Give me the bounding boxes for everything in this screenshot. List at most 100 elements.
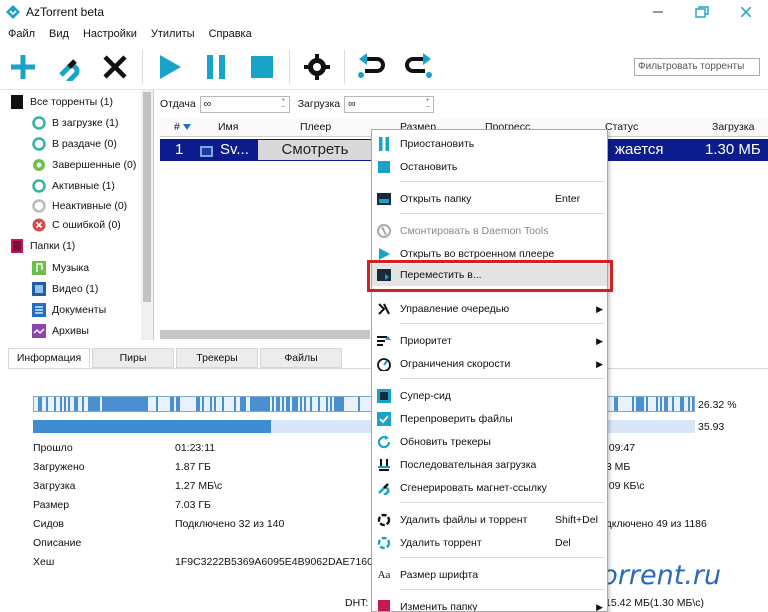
add-torrent-button[interactable] <box>0 45 46 89</box>
sidebar-item-archives[interactable]: Архивы <box>32 321 89 340</box>
tab-files[interactable]: Файлы <box>260 348 342 368</box>
completed-icon <box>32 158 46 172</box>
submenu-arrow-icon: ▶ <box>596 303 603 314</box>
move-down-queue-button[interactable] <box>395 45 441 89</box>
music-icon <box>32 261 46 275</box>
sidebar-item-label: Завершенные (0) <box>52 159 137 171</box>
info-value-size: 7.03 ГБ <box>175 499 211 511</box>
title-bar: AzTorrent beta <box>0 0 768 24</box>
sidebar-scroll-thumb[interactable] <box>143 92 151 302</box>
sidebar-item-all[interactable]: Все торренты (1) <box>10 92 113 112</box>
close-icon <box>741 7 751 17</box>
minimize-button[interactable] <box>636 0 680 24</box>
sidebar-item-folders[interactable]: Папки (1) <box>10 236 75 256</box>
table-horizontal-scrollbar[interactable] <box>160 330 370 339</box>
menu-item-delete-files[interactable]: Удалить файлы и торрент Shift+Del <box>372 509 607 531</box>
menu-item-pause[interactable]: Приостановить <box>372 133 607 155</box>
tab-peers[interactable]: Пиры <box>92 348 174 368</box>
menu-item-recheck[interactable]: Перепроверить файлы <box>372 408 607 430</box>
super-seed-icon <box>376 388 392 404</box>
menu-item-magnet[interactable]: Сгенерировать магнет-ссылку <box>372 477 607 499</box>
menu-item-update-trackers[interactable]: Обновить трекеры <box>372 431 607 453</box>
documents-icon <box>32 303 46 317</box>
dht-label: DHT: <box>345 597 369 609</box>
filter-input[interactable]: Фильтровать торренты <box>634 58 760 76</box>
sidebar-item-music[interactable]: Музыка <box>32 258 89 278</box>
sidebar-item-completed[interactable]: Завершенные (0) <box>32 155 136 175</box>
menu-view[interactable]: Вид <box>49 28 69 40</box>
stop-icon <box>376 159 392 175</box>
progress-fill <box>33 420 271 433</box>
sidebar-item-seeding[interactable]: В раздаче (0) <box>32 134 117 154</box>
upload-limit-field[interactable]: ∞ + − <box>199 95 290 113</box>
watch-button[interactable]: Смотреть <box>258 140 372 160</box>
delete-icon <box>376 535 392 551</box>
menu-item-sequential[interactable]: Последовательная загрузка <box>372 454 607 476</box>
menu-item-queue[interactable]: Управление очередью ▶ <box>372 298 607 320</box>
pause-button[interactable] <box>193 45 239 89</box>
restore-button[interactable] <box>680 0 724 24</box>
remove-torrent-button[interactable] <box>92 45 138 89</box>
sidebar-item-label: Архивы <box>52 325 89 337</box>
menu-item-priority[interactable]: Приоритет ▶ <box>372 330 607 352</box>
sidebar-item-downloading[interactable]: В загрузке (1) <box>32 113 119 133</box>
play-icon <box>160 54 181 79</box>
submenu-arrow-icon: ▶ <box>596 601 603 612</box>
sidebar-item-video[interactable]: Видео (1) <box>32 279 98 299</box>
menu-item-super-seed[interactable]: Супер-сид <box>372 385 607 407</box>
sidebar-item-active[interactable]: Активные (1) <box>32 176 115 196</box>
menu-separator <box>400 557 605 558</box>
sidebar-item-label: Музыка <box>52 262 90 274</box>
toolbar: Фильтровать торренты <box>0 44 768 90</box>
move-up-queue-button[interactable] <box>349 45 395 89</box>
info-value-seeds: Подключено 32 из 140 <box>175 518 285 530</box>
menu-item-open-folder[interactable]: Открыть папку Enter <box>372 188 607 210</box>
column-header-name[interactable]: Имя <box>218 121 238 133</box>
menu-item-change-folder[interactable]: Изменить папку ▶ <box>372 596 607 612</box>
menu-help[interactable]: Справка <box>209 28 252 40</box>
sidebar-scrollbar[interactable] <box>141 90 153 340</box>
menu-separator <box>400 323 605 324</box>
tab-trackers[interactable]: Трекеры <box>176 348 258 368</box>
menu-item-delete-torrent[interactable]: Удалить торрент Del <box>372 532 607 554</box>
download-limit-label: Загрузка <box>297 98 341 110</box>
column-header-number[interactable]: # <box>174 121 191 133</box>
download-limit-field[interactable]: ∞ + − <box>344 95 435 113</box>
column-header-status[interactable]: Статус <box>605 121 638 133</box>
sidebar: Все торренты (1) В загрузке (1) В раздач… <box>0 90 154 340</box>
menu-file[interactable]: Файл <box>8 28 35 40</box>
info-value-elapsed: 01:23:11 <box>175 442 216 454</box>
info-label-size: Размер <box>33 499 70 511</box>
close-button[interactable] <box>724 0 768 24</box>
row-number: 1 <box>175 141 184 158</box>
download-spinner[interactable]: + − <box>423 97 432 112</box>
menu-item-speed-limit[interactable]: Ограничения скорости ▶ <box>372 353 607 375</box>
sidebar-item-documents[interactable]: Документы <box>32 300 106 320</box>
settings-button[interactable] <box>294 45 340 89</box>
sidebar-item-inactive[interactable]: Неактивные (0) <box>32 196 127 216</box>
menu-item-stop[interactable]: Остановить <box>372 156 607 178</box>
refresh-icon <box>376 434 392 450</box>
info-value-downloaded: 1.87 ГБ <box>175 461 211 473</box>
start-button[interactable] <box>147 45 193 89</box>
column-header-download[interactable]: Загрузка <box>712 121 754 133</box>
tab-info[interactable]: Информация <box>8 348 90 368</box>
upload-spinner[interactable]: + − <box>279 97 288 112</box>
sidebar-item-label: Все торренты (1) <box>30 96 113 108</box>
menu-item-font-size[interactable]: Aa Размер шрифта <box>372 564 607 586</box>
sidebar-item-error[interactable]: С ошибкой (0) <box>32 215 121 235</box>
menu-settings[interactable]: Настройки <box>83 28 137 40</box>
column-header-player[interactable]: Плеер <box>300 121 331 133</box>
info-label-elapsed: Прошло <box>33 442 73 454</box>
info-label-seeds: Сидов <box>33 518 64 530</box>
font-size-icon: Aa <box>377 569 391 581</box>
menu-utilities[interactable]: Утилиты <box>151 28 195 40</box>
sidebar-item-label: В раздаче (0) <box>52 138 117 150</box>
stop-button[interactable] <box>239 45 285 89</box>
add-magnet-button[interactable] <box>46 45 92 89</box>
pause-icon <box>376 136 392 152</box>
submenu-arrow-icon: ▶ <box>596 335 603 346</box>
highlight-frame <box>367 260 613 292</box>
menu-bar: Файл Вид Настройки Утилиты Справка <box>0 24 768 44</box>
magnet-icon <box>376 480 392 496</box>
